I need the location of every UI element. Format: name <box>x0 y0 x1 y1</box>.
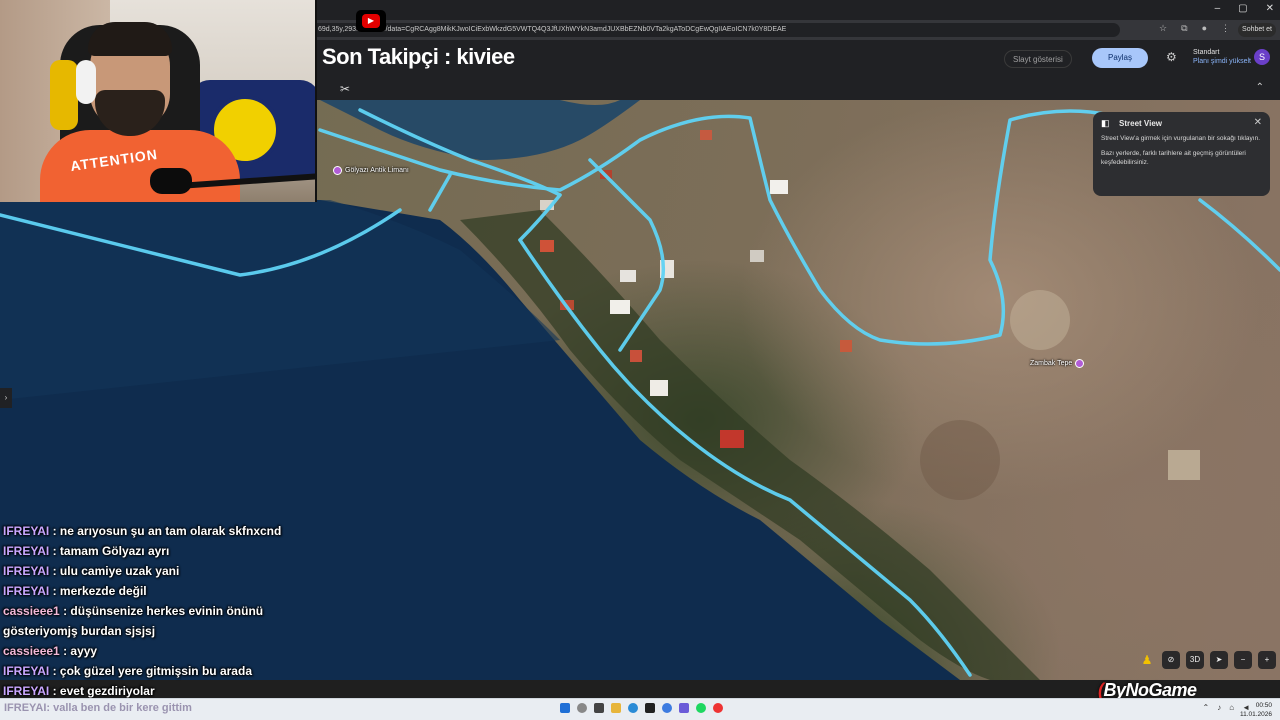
street-view-icon: ◧ <box>1101 118 1110 128</box>
chat-text: : ulu camiye uzak yani <box>52 564 180 578</box>
url-field[interactable]: 69d,35y,293.....h,0t,0r/data=CgRCAgg8Mik… <box>300 23 1120 37</box>
zoom-in-button[interactable]: + <box>1258 651 1276 669</box>
harbor-label[interactable]: Gölyazı Antik Limanı <box>333 166 409 175</box>
obs-icon[interactable] <box>713 703 723 713</box>
maximize-button[interactable]: ▢ <box>1238 3 1247 14</box>
task-view-icon[interactable] <box>594 703 604 713</box>
webcam-overlay: ATTENTION <box>0 0 317 202</box>
network-icon[interactable]: ⌂ <box>1229 703 1234 712</box>
3d-toggle-button[interactable]: 3D <box>1186 651 1204 669</box>
chat-text: gösteriyomjş burdan sjsjsj <box>3 624 156 638</box>
hill-label-text: Zambak Tepe <box>1030 360 1073 367</box>
chat-text: : tamam Gölyazı ayrı <box>52 544 170 558</box>
chat-message: cassieee1 : ayyy <box>3 641 323 661</box>
chat-overlay: IFREYAI : ne arıyosun şu an tam olarak s… <box>3 521 323 701</box>
chat-message: cassieee1 : düşünsenize herkes evinin ön… <box>3 601 323 621</box>
clock-date: 11.01.2026 <box>1239 711 1272 718</box>
discord-icon[interactable] <box>679 703 689 713</box>
plan-upgrade-link[interactable]: Planı şimdi yükselt <box>1193 57 1251 66</box>
measure-tool-icon[interactable]: ✂ <box>340 82 350 96</box>
hill-label[interactable]: Zambak Tepe <box>1030 359 1085 368</box>
chat-message-continuation: gösteriyomjş burdan sjsjsj <box>3 621 323 641</box>
place-pin-icon <box>1075 359 1085 368</box>
chat-username: cassieee1 <box>3 644 60 658</box>
webcam-hair <box>88 22 172 56</box>
inner-bay <box>320 100 640 160</box>
mic-tray-icon[interactable]: ♪ <box>1217 703 1221 712</box>
chat-username: IFREYAI <box>3 524 50 538</box>
chat-username: IFREYAI <box>3 584 50 598</box>
stream-title-overlay: Son Takipçi : kiviee <box>322 44 515 69</box>
chat-message: IFREYAI : çok güzel yere gitmişsin bu ar… <box>3 661 323 681</box>
chat-message: IFREYAI : tamam Gölyazı ayrı <box>3 541 323 561</box>
dry-field <box>1010 290 1070 350</box>
watermark-text: ByNoGame <box>1103 680 1198 700</box>
harbor-label-text: Gölyazı Antik Limanı <box>345 167 409 174</box>
screen: – ▢ ✕ 69d,35y,293.....h,0t,0r/data=CgRCA… <box>0 0 1280 720</box>
chat-username: cassieee1 <box>3 604 60 618</box>
settings-gear-icon[interactable]: ⚙ <box>1166 50 1177 64</box>
chrome-icon[interactable] <box>662 703 672 713</box>
chat-text: : düşünsenize herkes evinin önünü <box>63 604 264 618</box>
chat-text: : ne arıyosun şu an tam olarak skfnxcnd <box>52 524 282 538</box>
search-icon[interactable] <box>577 703 587 713</box>
avatar[interactable]: S <box>1254 49 1270 65</box>
chat-username: IFREYAI <box>3 664 50 678</box>
chat-message: IFREYAI : merkezde değil <box>3 581 323 601</box>
chevron-up-icon[interactable]: ⌃ <box>1256 82 1264 93</box>
share-button[interactable]: Paylaş <box>1092 48 1148 68</box>
windows-taskbar: IFREYAI: valla ben de bir kere gittim ⌃ … <box>0 698 1280 720</box>
file-explorer-icon[interactable] <box>611 703 621 713</box>
taskbar-clock[interactable]: 00:50 11.01.2026 <box>1240 701 1272 719</box>
chat-partial-message: IFREYAI: valla ben de bir kere gittim <box>4 702 192 714</box>
chat-username: IFREYAI <box>3 564 50 578</box>
headphones-icon <box>76 60 96 104</box>
zoom-out-button[interactable]: − <box>1234 651 1252 669</box>
street-view-history-hint: Bazı yerlerde, farklı tarihlere ait geçm… <box>1101 150 1246 166</box>
microphone-icon <box>150 168 192 194</box>
close-window-button[interactable]: ✕ <box>1266 3 1274 14</box>
chat-username: IFREYAI <box>3 684 50 698</box>
spotify-icon[interactable] <box>696 703 706 713</box>
star-icon[interactable]: ☆ <box>1159 23 1167 34</box>
webcam-chair-stripe <box>50 60 78 130</box>
chat-text: : çok güzel yere gitmişsin bu arada <box>52 664 252 678</box>
start-icon[interactable] <box>560 703 570 713</box>
youtube-logo-icon: ▶ <box>356 10 386 32</box>
taskbar-apps <box>560 703 723 713</box>
street-view-hint: Street View'a girmek için vurgulanan bir… <box>1101 135 1261 142</box>
chat-text: : ayyy <box>63 644 98 658</box>
chat-text: : evet gezdiriyolar <box>52 684 155 698</box>
menu-icon[interactable]: ⋮ <box>1221 23 1230 34</box>
chat-message: IFREYAI : ne arıyosun şu an tam olarak s… <box>3 521 323 541</box>
address-bar-icons: ☆ ⧉ ● ⋮ <box>1159 23 1230 34</box>
expand-panel-chevron-icon[interactable]: › <box>0 388 12 408</box>
clock-time: 00:50 <box>1255 702 1272 709</box>
plan-info[interactable]: Standart Planı şimdi yükselt <box>1193 48 1251 66</box>
app-icon[interactable] <box>645 703 655 713</box>
chat-text: : merkezde değil <box>52 584 147 598</box>
window-controls: – ▢ ✕ <box>1215 3 1274 14</box>
pegman-icon[interactable]: ♟ <box>1138 651 1156 669</box>
minimize-button[interactable]: – <box>1215 3 1221 14</box>
chat-message: IFREYAI : ulu camiye uzak yani <box>3 561 323 581</box>
close-icon[interactable]: ✕ <box>1254 117 1262 128</box>
slideshow-button[interactable]: Slayt gösterisi <box>1004 50 1072 68</box>
profile-icon[interactable]: ● <box>1202 23 1207 34</box>
map-controls: ♟ ⊘ 3D ➤ − + <box>1138 651 1276 669</box>
place-pin-icon <box>333 166 342 175</box>
chat-username: IFREYAI <box>3 544 50 558</box>
hill-shadow <box>920 420 1000 500</box>
street-view-title: Street View <box>1119 119 1162 128</box>
chevron-up-icon[interactable]: ⌃ <box>1203 703 1210 712</box>
edge-icon[interactable] <box>628 703 638 713</box>
extension-icon[interactable]: ⧉ <box>1181 23 1187 34</box>
compass-icon[interactable]: ➤ <box>1210 651 1228 669</box>
street-view-card: ◧ Street View ✕ Street View'a girmek içi… <box>1093 112 1270 196</box>
chat-button[interactable]: Sohbet et <box>1238 23 1276 37</box>
plan-title: Standart <box>1193 49 1220 56</box>
layers-off-icon[interactable]: ⊘ <box>1162 651 1180 669</box>
